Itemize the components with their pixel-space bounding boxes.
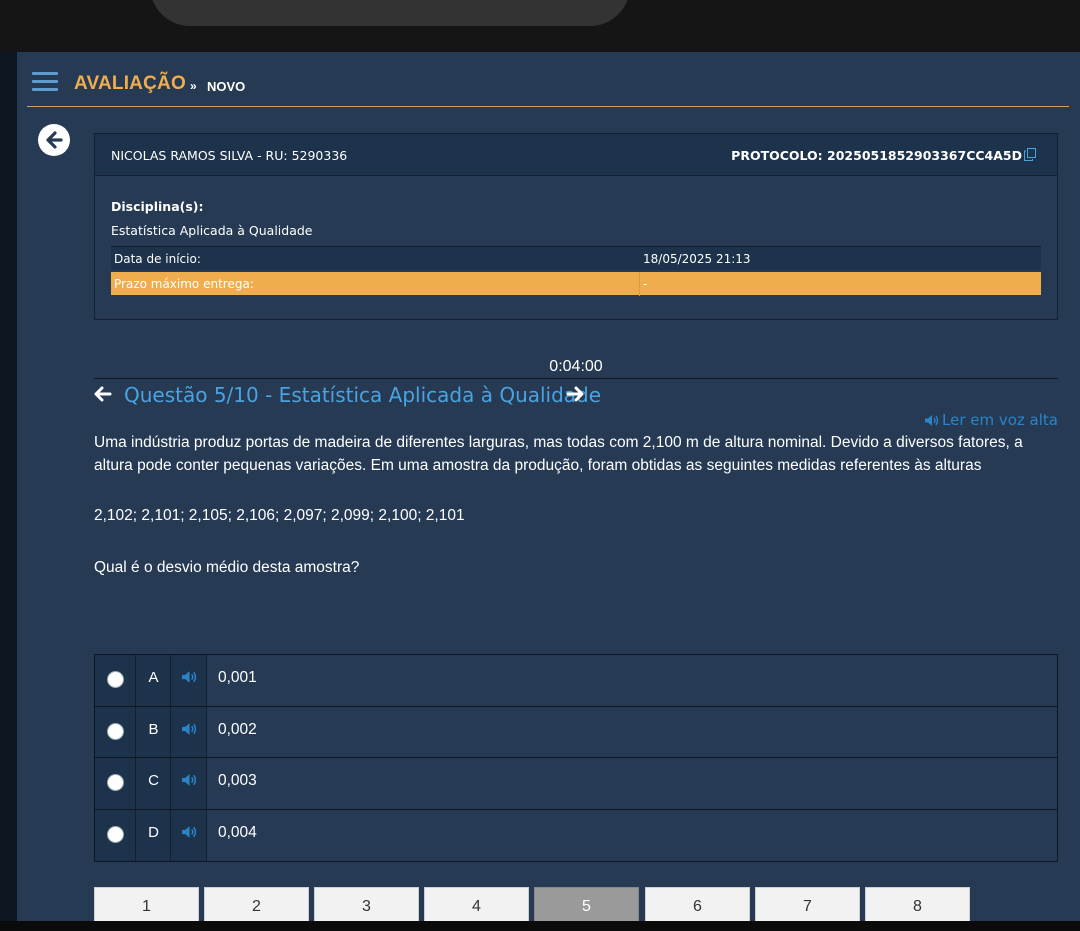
option-value: 0,004 — [218, 823, 257, 841]
page-button-5[interactable]: 5 — [534, 887, 639, 921]
page-header: AVALIAÇÃO » NOVO — [27, 69, 1069, 107]
top-bar — [0, 0, 1080, 52]
deadline-value: - — [643, 277, 648, 291]
speaker-icon[interactable] — [181, 825, 197, 839]
exam-info-panel: NICOLAS RAMOS SILVA - RU: 5290336 PROTOC… — [94, 133, 1058, 320]
back-button[interactable] — [38, 124, 70, 156]
answer-options: A 0,001 B 0,002 C 0,003 D 0,004 — [94, 654, 1058, 862]
speaker-icon — [925, 415, 939, 426]
radio-button-b[interactable] — [107, 722, 124, 740]
option-letter: A — [148, 669, 159, 686]
menu-icon[interactable] — [32, 72, 58, 92]
deadline-label: Prazo máximo entrega: — [114, 277, 254, 291]
page-title: AVALIAÇÃO — [74, 73, 186, 94]
radio-button-d[interactable] — [107, 825, 124, 843]
countdown-timer: 0:04:00 — [94, 358, 1058, 379]
student-name: NICOLAS RAMOS SILVA - RU: 5290336 — [111, 148, 348, 163]
question-prompt: Qual é o desvio médio desta amostra? — [94, 559, 360, 576]
page-button-6[interactable]: 6 — [645, 887, 750, 921]
question-text: Uma indústria produz portas de madeira d… — [94, 434, 1023, 474]
page-button-7[interactable]: 7 — [755, 887, 860, 921]
option-letter: D — [148, 823, 159, 841]
read-aloud-label: Ler em voz alta — [942, 411, 1058, 429]
side-strip — [0, 52, 17, 931]
page-button-8[interactable]: 8 — [865, 887, 970, 921]
question-data: 2,102; 2,101; 2,105; 2,106; 2,097; 2,099… — [94, 507, 465, 524]
discipline-name: Estatística Aplicada à Qualidade — [111, 223, 313, 238]
page-button-2[interactable]: 2 — [204, 887, 309, 921]
main-content: AVALIAÇÃO » NOVO NICOLAS RAMOS SILVA - R… — [17, 52, 1080, 921]
page-button-1[interactable]: 1 — [94, 887, 199, 921]
read-aloud-link[interactable]: Ler em voz alta — [924, 411, 1058, 429]
speaker-icon[interactable] — [181, 670, 197, 684]
start-date-row: Data de início: 18/05/2025 21:13 — [111, 246, 1041, 270]
option-d[interactable]: D 0,004 — [95, 809, 1057, 861]
protocol-number: PROTOCOLO: 2025051852903367CC4A5D — [731, 148, 1022, 163]
disciplines-label: Disciplina(s): — [111, 199, 204, 214]
question-nav: Questão 5/10 - Estatística Aplicada à Qu… — [94, 381, 694, 409]
copy-icon[interactable] — [1024, 148, 1036, 161]
next-question-icon[interactable] — [566, 386, 584, 402]
deadline-row: Prazo máximo entrega: - — [111, 271, 1041, 296]
option-value: 0,003 — [218, 772, 257, 789]
speaker-icon[interactable] — [181, 773, 197, 787]
page-button-3[interactable]: 3 — [314, 887, 419, 921]
breadcrumb-separator: » — [190, 79, 197, 93]
page-button-4[interactable]: 4 — [424, 887, 529, 921]
radio-button-c[interactable] — [107, 774, 124, 791]
top-pill — [150, 0, 630, 26]
arrow-left-circle-icon — [46, 131, 63, 149]
bottom-bar — [0, 921, 1080, 931]
option-b[interactable]: B 0,002 — [95, 706, 1057, 758]
start-date-value: 18/05/2025 21:13 — [643, 252, 751, 266]
radio-button-a[interactable] — [107, 671, 124, 688]
exam-info-header: NICOLAS RAMOS SILVA - RU: 5290336 PROTOC… — [95, 134, 1057, 176]
option-value: 0,002 — [218, 720, 257, 738]
option-value: 0,001 — [218, 669, 257, 686]
speaker-icon[interactable] — [181, 722, 197, 736]
option-letter: C — [148, 772, 159, 789]
option-c[interactable]: C 0,003 — [95, 758, 1057, 810]
question-title: Questão 5/10 - Estatística Aplicada à Qu… — [124, 383, 602, 407]
option-a[interactable]: A 0,001 — [95, 655, 1057, 707]
previous-question-icon[interactable] — [94, 386, 112, 402]
breadcrumb-current: NOVO — [207, 79, 246, 94]
option-letter: B — [148, 720, 159, 738]
start-date-label: Data de início: — [114, 252, 201, 266]
